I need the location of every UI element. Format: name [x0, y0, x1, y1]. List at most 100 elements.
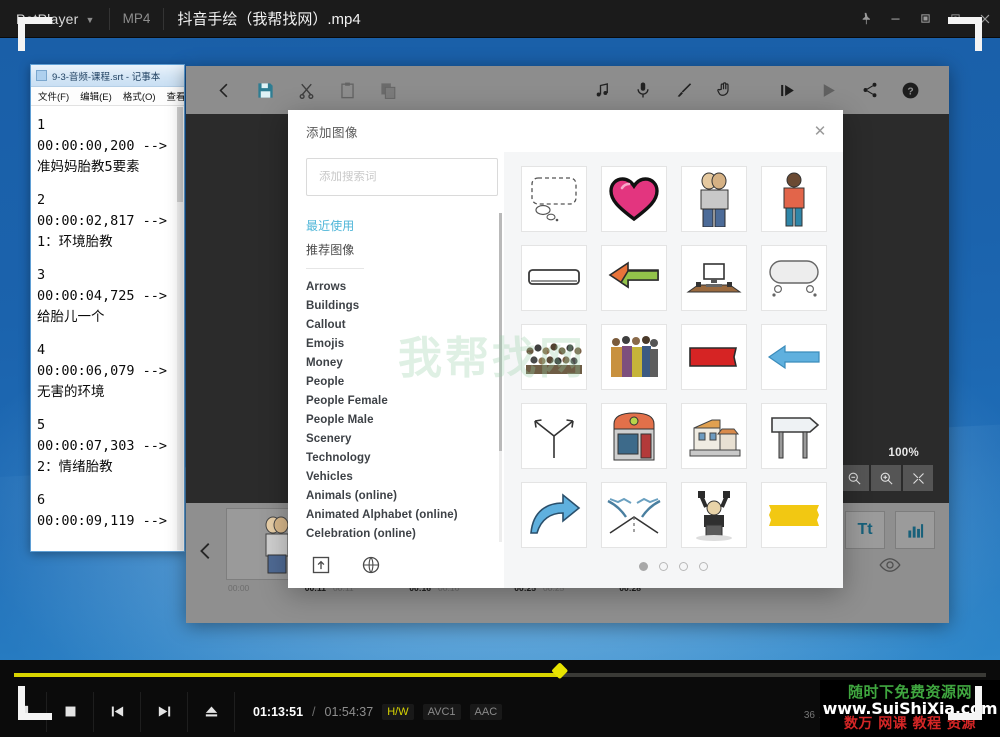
- app-menu-button[interactable]: PotPlayer ▼: [0, 0, 109, 38]
- visibility-eye-icon[interactable]: [879, 557, 901, 578]
- close-icon[interactable]: ✕: [809, 120, 831, 142]
- menu-file[interactable]: 文件(F): [38, 89, 69, 103]
- thumbnail-red-banner[interactable]: [681, 324, 747, 390]
- thumbnail-crowd-group[interactable]: [601, 324, 667, 390]
- category-people-female[interactable]: People Female: [306, 391, 490, 410]
- upload-icon[interactable]: [308, 552, 334, 578]
- thumbnail-signpost[interactable]: [761, 403, 827, 469]
- subtitle-text: 给胎儿一个: [37, 307, 181, 328]
- menu-format[interactable]: 格式(O): [123, 89, 156, 103]
- thumbnail-storefront[interactable]: [601, 403, 667, 469]
- brush-icon[interactable]: [663, 70, 704, 110]
- search-field[interactable]: [306, 158, 498, 196]
- subtitle-index: 2: [37, 190, 181, 211]
- thumbnail-arrow-curve-orange-green[interactable]: [601, 245, 667, 311]
- progress-bar[interactable]: [14, 673, 986, 677]
- dialog-footer: [306, 542, 498, 588]
- save-icon[interactable]: [245, 70, 286, 110]
- zoom-out-icon[interactable]: [839, 465, 869, 491]
- status-badge-audio-codec: AAC: [470, 704, 503, 720]
- thumbnail-mountain-sketch[interactable]: [601, 482, 667, 548]
- page-dot-1[interactable]: [639, 562, 648, 571]
- thumbnail-air-conditioner[interactable]: [521, 245, 587, 311]
- subtitle-text: 准妈妈胎教5要素: [37, 157, 181, 178]
- category-celebration-online[interactable]: Celebration (online): [306, 524, 490, 542]
- back-arrow-icon[interactable]: [204, 70, 245, 110]
- fit-screen-icon[interactable]: [903, 465, 933, 491]
- titlebar: PotPlayer ▼ MP4 抖音手绘（我帮找网）.mp4: [0, 0, 1000, 38]
- category-people[interactable]: People: [306, 372, 490, 391]
- notepad-text-area[interactable]: 1 00:00:00,200 --> 准妈妈胎教5要素 2 00:00:02,8…: [31, 107, 184, 551]
- category-technology[interactable]: Technology: [306, 448, 490, 467]
- thumbnail-house-building[interactable]: [681, 403, 747, 469]
- add-image-dialog: 添加图像 ✕ 最近使用 推荐图像 Arrows Buildings Callou…: [288, 110, 843, 588]
- next-button[interactable]: [141, 692, 188, 732]
- category-buildings[interactable]: Buildings: [306, 296, 490, 315]
- subtitle-index: 4: [37, 340, 181, 361]
- notepad-window[interactable]: 9-3-音频-课程.srt - 记事本 文件(F) 编辑(E) 格式(O) 查看…: [30, 64, 185, 552]
- subtitle-index: 3: [37, 265, 181, 286]
- page-dot-2[interactable]: [659, 562, 668, 571]
- subtitle-index: 1: [37, 115, 181, 136]
- search-input[interactable]: [319, 171, 485, 183]
- step-forward-icon[interactable]: [767, 70, 808, 110]
- page-dot-3[interactable]: [679, 562, 688, 571]
- previous-button[interactable]: [94, 692, 141, 732]
- zoom-in-icon[interactable]: [871, 465, 901, 491]
- category-scenery[interactable]: Scenery: [306, 429, 490, 448]
- category-list[interactable]: 最近使用 推荐图像 Arrows Buildings Callout Emoji…: [306, 213, 504, 542]
- thumbnail-arrow-left-blue[interactable]: [761, 324, 827, 390]
- help-icon[interactable]: ?: [890, 70, 931, 110]
- thumbnail-heart-pink[interactable]: [601, 166, 667, 232]
- copy-icon[interactable]: [368, 70, 409, 110]
- menu-view[interactable]: 查看(: [167, 89, 184, 103]
- category-recommended[interactable]: 推荐图像: [306, 237, 490, 261]
- thumbnail-crowd-wide[interactable]: [521, 324, 587, 390]
- progress-fill: [14, 673, 558, 677]
- thumbnail-desk-computer[interactable]: [681, 245, 747, 311]
- globe-icon[interactable]: [358, 552, 384, 578]
- category-recent[interactable]: 最近使用: [306, 213, 490, 237]
- status-badge-video-codec: AVC1: [423, 704, 461, 720]
- eject-button[interactable]: [188, 692, 235, 732]
- category-animals-online[interactable]: Animals (online): [306, 486, 490, 505]
- hand-icon[interactable]: [704, 70, 745, 110]
- category-vehicles[interactable]: Vehicles: [306, 467, 490, 486]
- category-arrows[interactable]: Arrows: [306, 277, 490, 296]
- menu-edit[interactable]: 编辑(E): [80, 89, 112, 103]
- timeline-prev-button[interactable]: [186, 503, 226, 599]
- thumbnail-yellow-highlight[interactable]: [761, 482, 827, 548]
- category-animated-alphabet-online[interactable]: Animated Alphabet (online): [306, 505, 490, 524]
- text-tool-button[interactable]: Tt: [845, 511, 885, 549]
- thumbnail-person-celebrating[interactable]: [681, 482, 747, 548]
- player-bar: 01:13:51 / 01:54:37 H/W AVC1 AAC 36 随时下免…: [0, 660, 1000, 737]
- share-icon[interactable]: [849, 70, 890, 110]
- cut-icon[interactable]: [286, 70, 327, 110]
- svg-text:?: ?: [907, 86, 913, 97]
- category-people-male[interactable]: People Male: [306, 410, 490, 429]
- stop-button[interactable]: [47, 692, 94, 732]
- paste-icon[interactable]: [327, 70, 368, 110]
- play-icon[interactable]: [808, 70, 849, 110]
- category-money[interactable]: Money: [306, 353, 490, 372]
- thumbnail-thought-bubble-dashed[interactable]: [521, 166, 587, 232]
- thumbnail-man-standing[interactable]: [761, 166, 827, 232]
- pin-icon[interactable]: [850, 0, 880, 38]
- thumbnail-speech-bubble-rounded[interactable]: [761, 245, 827, 311]
- thumbnail-couple-hugging[interactable]: [681, 166, 747, 232]
- chart-tool-button[interactable]: [895, 511, 935, 549]
- category-scrollbar[interactable]: [499, 213, 502, 542]
- music-note-icon[interactable]: [581, 70, 622, 110]
- maximize-icon[interactable]: [910, 0, 940, 38]
- page-dot-4[interactable]: [699, 562, 708, 571]
- category-callout[interactable]: Callout: [306, 315, 490, 334]
- microphone-icon[interactable]: [622, 70, 663, 110]
- category-emojis[interactable]: Emojis: [306, 334, 490, 353]
- minimize-icon[interactable]: [880, 0, 910, 38]
- notepad-scrollbar[interactable]: [177, 107, 183, 550]
- thumbnail-road-fork[interactable]: [521, 403, 587, 469]
- notepad-menubar[interactable]: 文件(F) 编辑(E) 格式(O) 查看(: [31, 87, 184, 106]
- thumbnail-arrow-curve-blue[interactable]: [521, 482, 587, 548]
- notepad-titlebar: 9-3-音频-课程.srt - 记事本: [31, 65, 184, 87]
- page-dots[interactable]: [504, 562, 843, 571]
